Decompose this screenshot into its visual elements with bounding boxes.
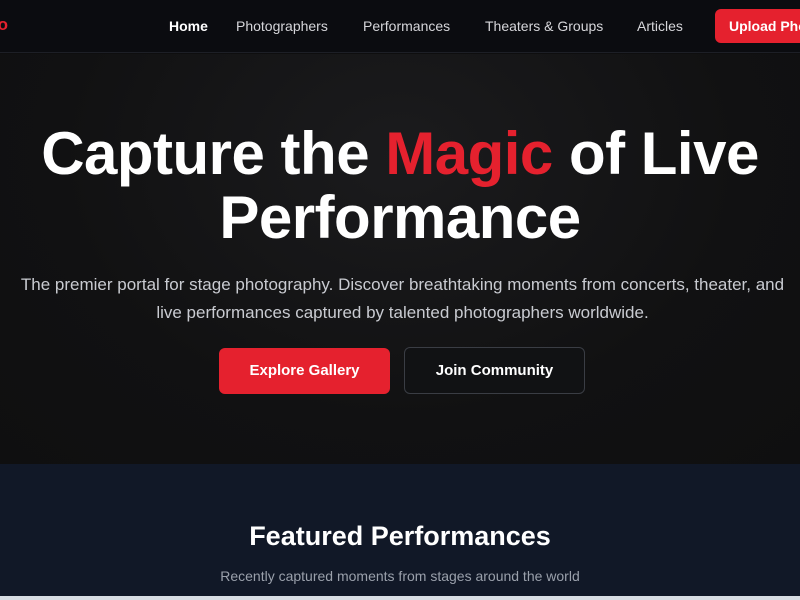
join-community-button[interactable]: Join Community	[404, 347, 585, 394]
content-edge-divider	[0, 596, 800, 600]
hero-title-part-1: Capture the	[41, 120, 386, 187]
nav-link-theaters-groups[interactable]: Theaters & Groups	[485, 18, 603, 34]
nav-link-home[interactable]: Home	[169, 18, 208, 34]
explore-gallery-button[interactable]: Explore Gallery	[219, 348, 390, 394]
hero-title-accent: Magic	[385, 120, 553, 187]
hero-section: Capture the Magic of Live Performance Th…	[0, 54, 800, 464]
hero-title: Capture the Magic of Live Performance	[0, 122, 800, 250]
top-navbar: to Home Photographers Performances Theat…	[0, 0, 800, 53]
featured-performances-section: Featured Performances Recently captured …	[0, 464, 800, 600]
page: to Home Photographers Performances Theat…	[0, 0, 800, 600]
site-logo[interactable]: to	[0, 15, 8, 35]
featured-section-title: Featured Performances	[249, 521, 551, 551]
upload-photo-button[interactable]: Upload Photo	[715, 9, 800, 43]
nav-link-performances[interactable]: Performances	[363, 18, 450, 34]
hero-subtitle: The premier portal for stage photography…	[20, 275, 785, 322]
nav-link-photographers[interactable]: Photographers	[236, 18, 328, 34]
nav-link-articles[interactable]: Articles	[637, 18, 683, 34]
featured-section-subtitle: Recently captured moments from stages ar…	[220, 568, 580, 584]
